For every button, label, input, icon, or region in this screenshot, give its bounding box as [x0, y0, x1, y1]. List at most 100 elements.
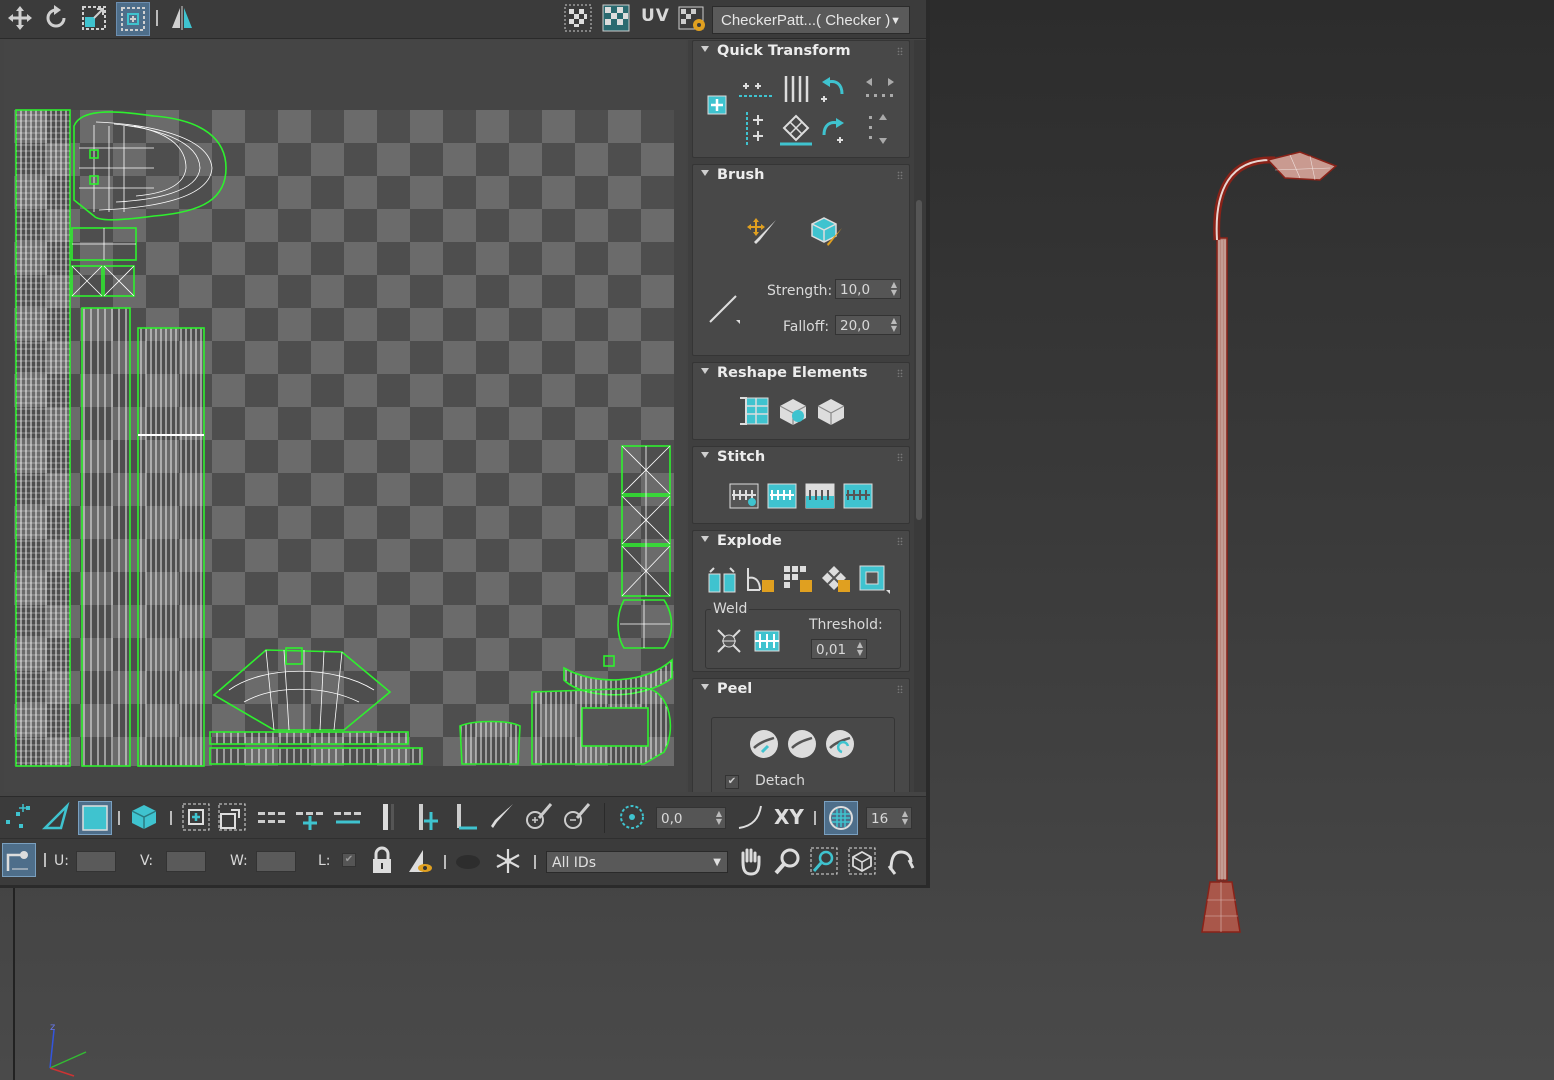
uv-island-small[interactable]	[459, 720, 521, 765]
grip-icon[interactable]	[897, 369, 903, 377]
collapse-triangle-icon[interactable]	[701, 536, 709, 542]
zoom-region-icon[interactable]	[808, 845, 840, 877]
falloff-space-xy[interactable]: XY	[774, 805, 804, 829]
absolute-offset-icon[interactable]	[2, 843, 36, 877]
spacing-vertical-icon[interactable]	[863, 111, 897, 147]
collapse-triangle-icon[interactable]	[701, 46, 709, 52]
loop-select-icon[interactable]	[370, 801, 402, 833]
falloff-curve-icon[interactable]	[734, 801, 766, 833]
collapse-triangle-icon[interactable]	[701, 452, 709, 458]
show-map-icon[interactable]	[600, 2, 632, 34]
rollout-quick-transform[interactable]: Quick Transform	[692, 40, 910, 158]
quick-peel-icon[interactable]	[747, 727, 781, 761]
freeze-icon[interactable]	[492, 845, 524, 877]
move-icon[interactable]	[4, 2, 36, 34]
shrink-selection-icon[interactable]	[216, 801, 248, 833]
rotate-icon[interactable]	[40, 2, 72, 34]
edge-distance-spinner[interactable]: 16 ▲ ▼	[866, 807, 912, 829]
v-field[interactable]	[166, 851, 206, 872]
straighten-icon[interactable]	[779, 111, 813, 147]
scale-icon[interactable]	[78, 2, 110, 34]
lock-icon[interactable]	[366, 845, 398, 877]
material-ids-dropdown[interactable]: All IDs ▼	[546, 851, 728, 873]
uv-channel-label[interactable]: UV	[641, 6, 670, 26]
scrollbar-thumb[interactable]	[916, 200, 922, 520]
vertex-select-icon[interactable]	[2, 801, 34, 833]
threshold-spinner[interactable]: 0,01 ▲ ▼	[811, 639, 867, 659]
u-field[interactable]	[76, 851, 116, 872]
paint-select-icon[interactable]	[486, 801, 518, 833]
stitch-average-icon[interactable]	[803, 479, 837, 513]
spinner-arrows-icon[interactable]: ▲ ▼	[716, 810, 722, 826]
collapse-triangle-icon[interactable]	[701, 684, 709, 690]
grow-loop-icon[interactable]	[412, 801, 444, 833]
w-field[interactable]	[256, 851, 296, 872]
hide-show-icon[interactable]	[404, 845, 436, 877]
paint-move-brush-icon[interactable]	[745, 213, 781, 249]
spinner-arrows-icon[interactable]: ▲ ▼	[857, 641, 863, 657]
uv-island-strip[interactable]	[137, 327, 205, 767]
align-vertical-icon[interactable]	[739, 111, 773, 147]
reset-peel-icon[interactable]	[823, 727, 857, 761]
space-vertical-icon[interactable]	[779, 73, 811, 105]
rotate-ccw-icon[interactable]	[817, 73, 849, 105]
shrink-loop-icon[interactable]	[450, 801, 482, 833]
pan-hand-icon[interactable]	[734, 845, 766, 877]
uv-island-strip[interactable]	[81, 307, 131, 767]
stitch-target-icon[interactable]	[765, 479, 799, 513]
ring-select-icon[interactable]	[256, 801, 288, 833]
stitch-source-icon[interactable]	[841, 479, 875, 513]
uv-editor-viewport[interactable]	[4, 40, 686, 792]
grip-icon[interactable]	[897, 453, 903, 461]
falloff-spinner[interactable]: 20,0 ▲ ▼	[835, 315, 901, 335]
collapse-triangle-icon[interactable]	[701, 368, 709, 374]
polygon-select-icon[interactable]	[78, 801, 112, 835]
soft-selection-icon[interactable]	[616, 801, 648, 833]
rollout-reshape-elements[interactable]: Reshape Elements	[692, 362, 910, 440]
snap-icon[interactable]	[884, 845, 916, 877]
soft-selection-spinner[interactable]: 0,0 ▲ ▼	[656, 807, 726, 829]
enlarge-brush-icon[interactable]	[522, 801, 554, 833]
brush-falloff-type-icon[interactable]	[705, 291, 741, 327]
element-select-icon[interactable]	[128, 801, 160, 833]
uv-island-strip[interactable]	[209, 731, 409, 745]
edge-select-icon[interactable]	[40, 801, 72, 833]
spinner-arrows-icon[interactable]: ▲ ▼	[891, 317, 897, 333]
grip-icon[interactable]	[897, 171, 903, 179]
mirror-icon[interactable]	[166, 2, 198, 34]
align-center-icon[interactable]	[705, 93, 729, 117]
checker-display-icon[interactable]	[562, 2, 594, 34]
weld-all-icon[interactable]	[751, 625, 783, 657]
rollout-peel[interactable]: Peel ✔ Detach	[692, 678, 910, 792]
zoom-icon[interactable]	[772, 845, 804, 877]
detach-checkbox[interactable]: ✔	[725, 775, 739, 789]
break-icon[interactable]	[705, 563, 739, 597]
spinner-arrows-icon[interactable]: ▲ ▼	[891, 281, 897, 297]
arrange-icon[interactable]	[813, 393, 849, 429]
weld-selected-icon[interactable]	[713, 625, 745, 657]
detach-edges-icon[interactable]	[743, 563, 777, 597]
shrink-brush-icon[interactable]	[560, 801, 592, 833]
texture-map-dropdown[interactable]: CheckerPatt...( Checker ) ▼	[712, 6, 910, 34]
grow-ring-icon[interactable]	[294, 801, 326, 833]
grip-icon[interactable]	[897, 47, 903, 55]
rollout-explode[interactable]: Explode Weld Threshold: 0,01 ▲ ▼	[692, 530, 910, 672]
grow-selection-icon[interactable]	[180, 801, 212, 833]
explode-by-material-icon[interactable]	[819, 563, 853, 597]
flatten-icon[interactable]	[857, 563, 891, 597]
l-checkbox[interactable]: ✔	[342, 853, 356, 867]
straighten-selection-icon[interactable]	[737, 393, 773, 429]
map-settings-icon[interactable]	[676, 2, 708, 34]
spinner-arrows-icon[interactable]: ▲ ▼	[902, 810, 908, 826]
relax-brush-icon[interactable]	[807, 213, 845, 249]
rollout-brush[interactable]: Brush Strength: 10,0 ▲ ▼ Falloff: 20,0 ▲ ▼	[692, 164, 910, 356]
stitch-custom-icon[interactable]	[727, 479, 761, 513]
shrink-ring-icon[interactable]	[332, 801, 364, 833]
grip-icon[interactable]	[897, 685, 903, 693]
relax-icon[interactable]	[775, 393, 811, 429]
strength-spinner[interactable]: 10,0 ▲ ▼	[835, 279, 901, 299]
hide-icon[interactable]	[452, 845, 484, 877]
street-lamp-model[interactable]	[1201, 151, 1338, 933]
edge-distance-icon[interactable]	[824, 801, 858, 835]
rotate-cw-icon[interactable]	[817, 111, 849, 147]
